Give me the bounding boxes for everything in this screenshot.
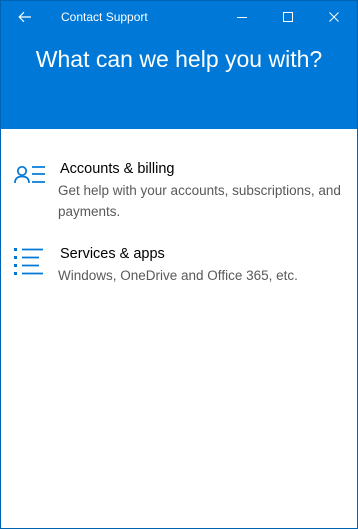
title-bar: Contact Support — [1, 1, 357, 33]
minimize-button[interactable] — [219, 1, 265, 33]
bulleted-list-icon — [14, 248, 43, 275]
option-title: Services & apps — [60, 246, 165, 262]
minimize-icon — [237, 17, 247, 18]
option-text: Accounts & billing Get help with your ac… — [58, 159, 345, 222]
maximize-icon — [283, 12, 293, 22]
support-options-list: Accounts & billing Get help with your ac… — [1, 129, 357, 286]
back-button[interactable] — [1, 1, 49, 33]
option-description: Windows, OneDrive and Office 365, etc. — [58, 268, 298, 283]
option-title: Accounts & billing — [60, 161, 175, 177]
option-accounts-billing[interactable]: Accounts & billing Get help with your ac… — [1, 159, 357, 222]
close-icon — [329, 12, 339, 22]
page-headline: What can we help you with? — [35, 46, 323, 72]
app-title: Contact Support — [61, 10, 148, 24]
maximize-button[interactable] — [265, 1, 311, 33]
person-list-icon — [14, 165, 45, 184]
option-services-apps[interactable]: Services & apps Windows, OneDrive and Of… — [1, 244, 357, 286]
contact-support-window: Contact Support What can we help you wit… — [0, 0, 358, 529]
close-button[interactable] — [311, 1, 357, 33]
option-description: Get help with your accounts, subscriptio… — [58, 183, 341, 219]
option-text: Services & apps Windows, OneDrive and Of… — [58, 244, 345, 286]
back-arrow-icon — [18, 11, 31, 23]
header: Contact Support What can we help you wit… — [1, 1, 357, 129]
